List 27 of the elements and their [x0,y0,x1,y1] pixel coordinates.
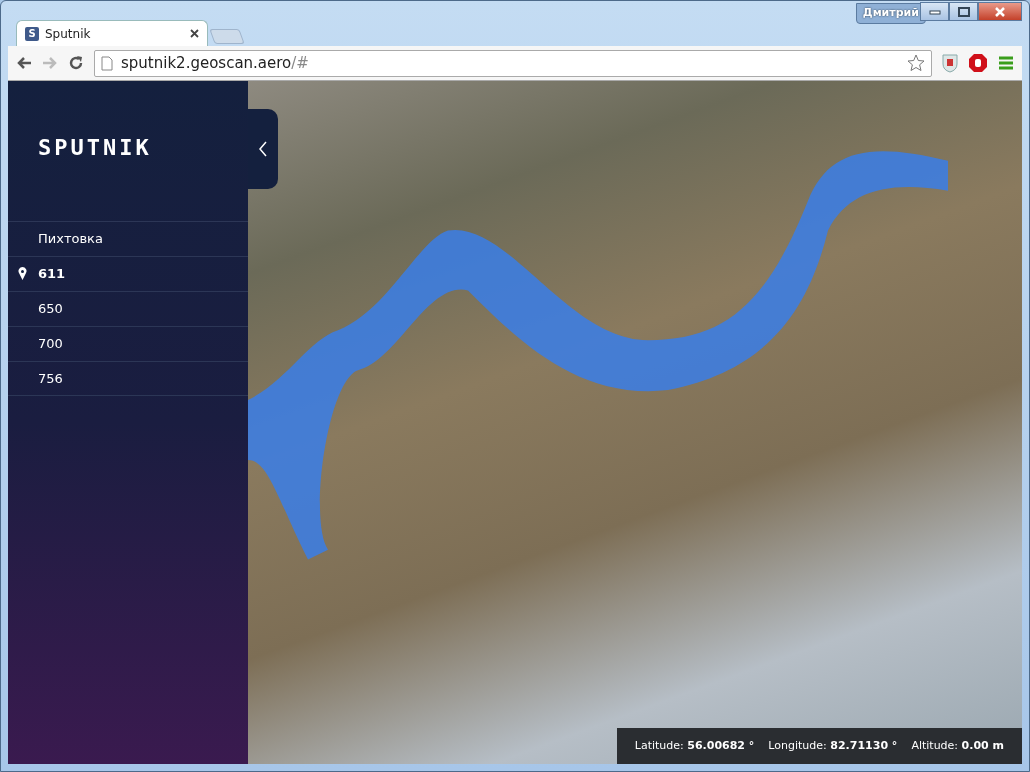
collapse-sidebar-button[interactable] [248,109,278,189]
minimize-button[interactable] [920,2,949,21]
browser-tab[interactable]: S Sputnik [16,20,208,46]
shield-icon[interactable] [942,53,958,73]
favicon: S [25,26,39,41]
back-icon[interactable] [16,56,32,70]
coordinate-readout: Altitude: 0.00 m [911,737,1004,754]
menu-icon[interactable] [998,56,1014,70]
address-bar[interactable]: sputnik2.geoscan.aero/# [94,49,932,77]
star-icon[interactable] [907,54,925,72]
minimize-icon [928,8,941,15]
close-button[interactable] [978,2,1022,21]
coordinate-readout: Longitude: 82.71130 ° [768,737,898,754]
reload-icon[interactable] [68,55,84,71]
coordinate-readout: Latitude: 56.00682 ° [634,737,755,754]
url-text: sputnik2.geoscan.aero/# [121,52,309,74]
close-icon [994,6,1006,17]
sidebar-item[interactable]: 756 [8,361,248,396]
maximize-button[interactable] [949,2,978,21]
stop-hand-icon[interactable] [968,53,988,73]
chevron-left-icon [259,141,267,157]
page-icon [101,55,113,71]
pin-icon [18,267,27,280]
tab-title: Sputnik [45,25,91,43]
app-logo: SPUTNIK [38,133,152,162]
close-tab-icon[interactable] [190,29,199,38]
maximize-icon [957,6,970,17]
